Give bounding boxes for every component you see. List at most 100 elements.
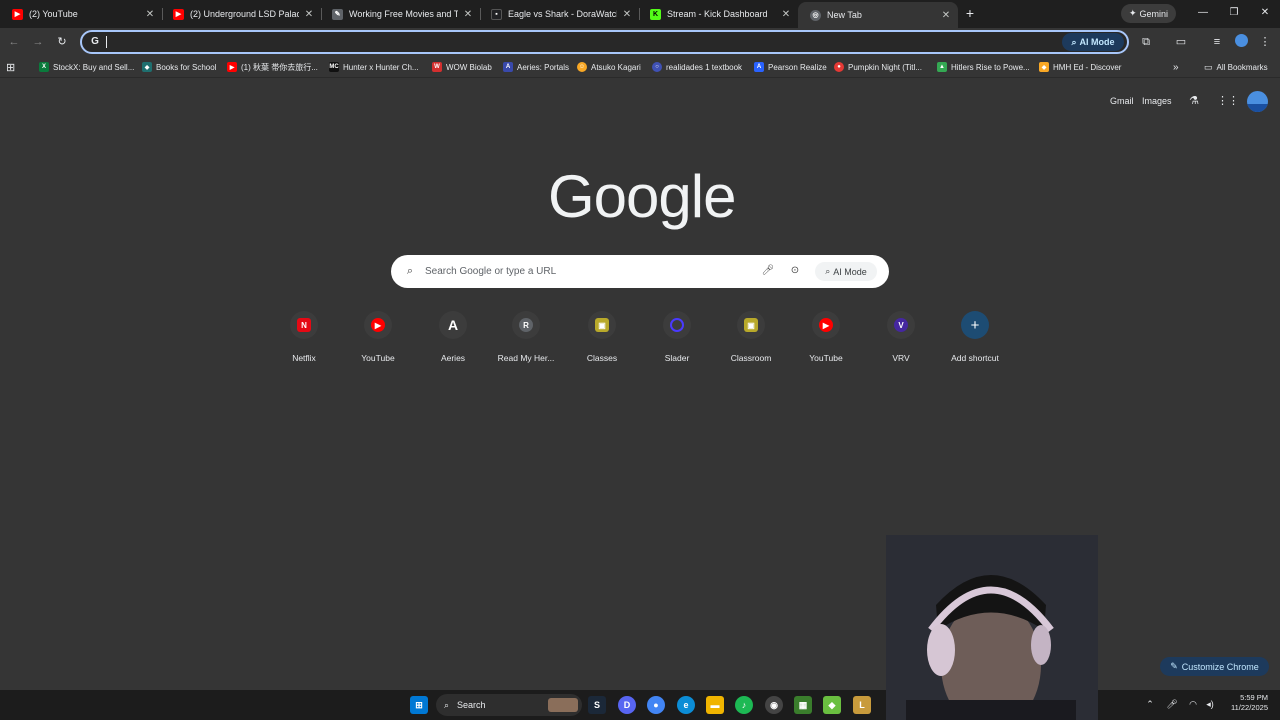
bookmark-youtube-travel[interactable]: ▶ (1) 秋葉 帯你去旅行... xyxy=(227,60,318,74)
close-icon[interactable]: ✕ xyxy=(462,9,474,20)
forward-icon[interactable]: → xyxy=(30,34,46,50)
gmail-link[interactable]: Gmail xyxy=(1110,96,1134,106)
media-icon[interactable]: ≡ xyxy=(1209,34,1225,50)
customize-chrome-button[interactable]: ✎ Customize Chrome xyxy=(1160,657,1269,676)
bookmark-label: Atsuko Kagari xyxy=(591,62,641,72)
ntp-ai-mode-button[interactable]: ⌕ AI Mode xyxy=(815,262,877,281)
shortcut-label: Classes xyxy=(586,353,618,363)
close-icon[interactable]: ✕ xyxy=(621,9,633,20)
shortcut-netflix[interactable]: N Netflix xyxy=(268,311,340,367)
face-icon: ☺ xyxy=(577,62,587,72)
cast-icon[interactable]: ▭ xyxy=(1173,34,1189,50)
wifi-icon[interactable]: ◠ xyxy=(1187,698,1199,710)
bookmark-label: Pearson Realize xyxy=(768,62,827,72)
reload-icon[interactable]: ↻ xyxy=(54,34,70,50)
taskbar-search-label: Search xyxy=(457,700,486,710)
bookmark-books-for-school[interactable]: ◆ Books for School xyxy=(142,60,216,74)
shortcut-label: VRV xyxy=(892,353,910,363)
account-avatar[interactable] xyxy=(1247,91,1268,112)
bookmark-hitlers-rise[interactable]: ▲ Hitlers Rise to Powe... xyxy=(937,60,1030,74)
file-explorer-icon[interactable]: ▬ xyxy=(706,696,724,714)
youtube-icon: ▶ xyxy=(227,62,237,72)
more-bookmarks-icon[interactable]: » xyxy=(1173,60,1179,74)
edge-icon[interactable]: e xyxy=(677,696,695,714)
images-link[interactable]: Images xyxy=(1142,96,1172,106)
shortcut-slader[interactable]: Slader xyxy=(641,311,713,367)
shortcut-tile: ▶ xyxy=(364,311,392,339)
tab-new-tab[interactable]: ◎ New Tab ✕ xyxy=(798,2,958,28)
shortcut-youtube[interactable]: ▶ YouTube xyxy=(342,311,414,367)
bookmark-hunter-x-hunter[interactable]: MC Hunter x Hunter Ch... xyxy=(329,60,419,74)
gemini-button[interactable]: ✦ Gemini xyxy=(1121,4,1176,23)
shortcut-classes[interactable]: ▣ Classes xyxy=(566,311,638,367)
tab-eagle-vs-shark[interactable]: ▪ Eagle vs Shark - DoraWatch ✕ xyxy=(479,3,639,25)
lens-camera-icon[interactable]: ⊙ xyxy=(788,264,802,278)
bookmark-wow-biolab[interactable]: W WOW Biolab xyxy=(432,60,492,74)
bookmark-label: Hunter x Hunter Ch... xyxy=(343,62,419,72)
shortcut-tile: ▶ xyxy=(812,311,840,339)
google-apps-icon[interactable]: ⋮⋮ xyxy=(1217,93,1239,109)
tab-kick-dashboard[interactable]: K Stream - Kick Dashboard ✕ xyxy=(638,3,798,25)
shortcut-classroom[interactable]: ▣ Classroom xyxy=(715,311,787,367)
close-icon[interactable]: ✕ xyxy=(303,9,315,20)
tab-underground-lsd-palace[interactable]: ▶ (2) Underground LSD Palace - Y ✕ xyxy=(161,3,321,25)
labs-flask-icon[interactable]: ⚗ xyxy=(1186,93,1202,109)
youtube-icon: ▶ xyxy=(819,318,833,332)
all-bookmarks-button[interactable]: ▭ All Bookmarks xyxy=(1204,60,1268,74)
restore-icon[interactable]: ❐ xyxy=(1226,5,1242,21)
minimize-icon[interactable]: — xyxy=(1195,5,1211,21)
start-button[interactable]: ⊞ xyxy=(410,696,428,714)
game-icon[interactable]: ◆ xyxy=(823,696,841,714)
bookmark-pumpkin-night[interactable]: ● Pumpkin Night (Titl... xyxy=(834,60,922,74)
profile-avatar[interactable] xyxy=(1233,34,1249,50)
extensions-icon[interactable]: ⧉ xyxy=(1138,34,1154,50)
microphone-icon[interactable]: 🎤︎ xyxy=(1166,698,1178,710)
bookmark-atsuko-kagari[interactable]: ☺ Atsuko Kagari xyxy=(577,60,641,74)
shortcut-tile: N xyxy=(290,311,318,339)
omnibox[interactable]: G ⌕ AI Mode xyxy=(80,30,1129,54)
shortcut-label: Read My Her... xyxy=(497,353,555,363)
shortcut-read-my-hero[interactable]: R Read My Her... xyxy=(490,311,562,367)
chevron-up-icon[interactable]: ⌃ xyxy=(1144,698,1156,710)
shortcut-youtube-2[interactable]: ▶ YouTube xyxy=(790,311,862,367)
ai-mode-button[interactable]: ⌕ AI Mode xyxy=(1062,33,1124,51)
obs-icon[interactable]: ◉ xyxy=(765,696,783,714)
shortcut-vrv[interactable]: V VRV xyxy=(865,311,937,367)
tab-title: (2) YouTube xyxy=(29,9,78,19)
minecraft-icon[interactable]: ▦ xyxy=(794,696,812,714)
bookmark-aeries[interactable]: A Aeries: Portals xyxy=(503,60,569,74)
league-icon[interactable]: L xyxy=(853,696,871,714)
volume-icon[interactable]: ◂) xyxy=(1204,698,1216,710)
address-bar-input[interactable] xyxy=(104,34,1044,50)
bookmark-pearson-realize[interactable]: A Pearson Realize xyxy=(754,60,827,74)
back-icon[interactable]: ← xyxy=(6,34,22,50)
kick-icon: K xyxy=(650,8,661,20)
pumpkin-icon: ● xyxy=(834,62,844,72)
ntp-search-input[interactable] xyxy=(425,263,755,279)
close-icon[interactable]: ✕ xyxy=(780,9,792,20)
close-icon[interactable]: ✕ xyxy=(940,10,952,21)
chrome-icon: ◎ xyxy=(810,9,821,21)
chrome-icon[interactable]: ● xyxy=(647,696,665,714)
new-tab-button[interactable]: + xyxy=(962,5,978,21)
discord-icon[interactable]: D xyxy=(618,696,636,714)
steam-icon[interactable]: S xyxy=(588,696,606,714)
ntp-search-box[interactable]: ⌕ 🎤︎ ⊙ ⌕ AI Mode xyxy=(391,255,889,288)
hmh-icon: ◆ xyxy=(1039,62,1049,72)
bookmark-realidades[interactable]: ○ realidades 1 textbook xyxy=(652,60,742,74)
taskbar-search[interactable]: ⌕ Search xyxy=(436,694,582,716)
tab-youtube[interactable]: ▶ (2) YouTube ✕ xyxy=(0,3,162,25)
tab-working-free-movies[interactable]: ✎ Working Free Movies and TV Sh ✕ xyxy=(320,3,480,25)
microphone-icon[interactable]: 🎤︎ xyxy=(761,264,775,278)
bookmark-hmh-ed[interactable]: ◆ HMH Ed - Discover xyxy=(1039,60,1121,74)
close-window-icon[interactable]: ✕ xyxy=(1257,5,1273,21)
close-icon[interactable]: ✕ xyxy=(144,9,156,20)
bookmark-stockx[interactable]: X StockX: Buy and Sell... xyxy=(39,60,134,74)
shortcut-aeries[interactable]: A Aeries xyxy=(417,311,489,367)
add-shortcut-button[interactable]: + Add shortcut xyxy=(939,311,1011,367)
apps-icon[interactable]: ⊞ xyxy=(6,60,15,74)
shortcut-label: Classroom xyxy=(730,353,772,363)
menu-icon[interactable]: ⋮ xyxy=(1257,34,1273,50)
system-clock[interactable]: 5:59 PM 11/22/2025 xyxy=(1222,693,1268,713)
spotify-icon[interactable]: ♪ xyxy=(735,696,753,714)
